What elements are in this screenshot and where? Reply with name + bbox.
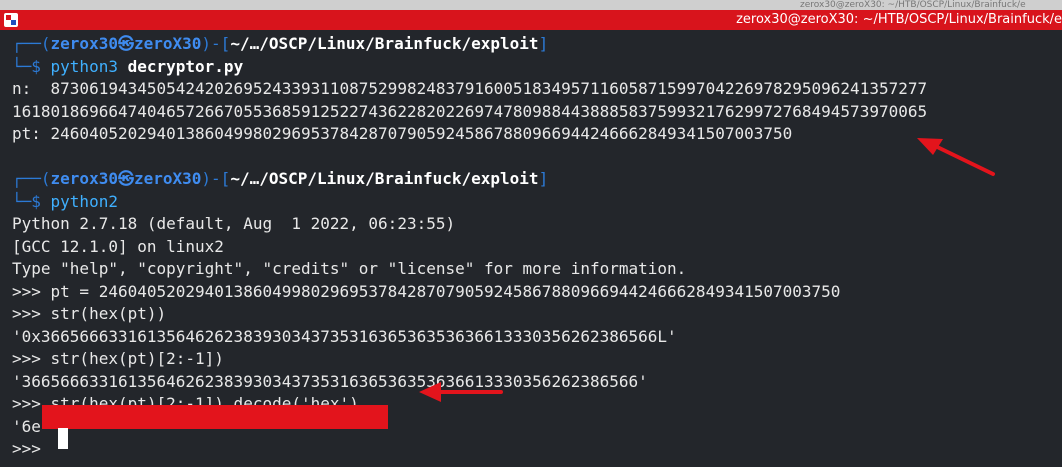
prompt-user-host: zerox30㉿zeroX30 xyxy=(50,169,202,188)
python-output-line: '0x3665666331613564626238393034373531636… xyxy=(12,326,677,346)
prompt-symbol: └─$ xyxy=(12,191,51,211)
prompt-frame: ] xyxy=(538,169,549,188)
python-input-line: >>> str(hex(pt)) xyxy=(12,304,167,323)
prompt-user-host: zerox30㉿zeroX30 xyxy=(50,34,202,53)
prompt-frame: ┌──( xyxy=(12,169,51,188)
command-name: python2 xyxy=(50,191,118,211)
background-window-titlebar: zerox30@zeroX30: ~/HTB/OSCP/Linux/Brainf… xyxy=(0,0,1062,10)
command-line: └─$ python2 xyxy=(12,191,927,214)
prompt-path: ~/…/OSCP/Linux/Brainfuck/exploit xyxy=(230,34,539,53)
python-prompt-line: >>> xyxy=(12,439,51,458)
command-argument: decryptor.py xyxy=(117,56,244,76)
red-arrow-icon xyxy=(419,382,503,402)
python-input-line: >>> pt = 2460405202940138604998029695378… xyxy=(12,281,841,301)
python-banner: Type "help", "copyright", "credits" or "… xyxy=(12,259,687,278)
command-name: python3 xyxy=(50,56,118,76)
prompt-frame: ] xyxy=(538,34,549,53)
prompt-header-line: ┌──(zerox30㉿zeroX30)-[~/…/OSCP/Linux/Bra… xyxy=(12,168,927,191)
prompt-symbol: └─$ xyxy=(12,56,51,76)
terminal-window-icon[interactable] xyxy=(4,13,18,27)
python-banner: Python 2.7.18 (default, Aug 1 2022, 06:2… xyxy=(12,214,456,233)
prompt-path: ~/…/OSCP/Linux/Brainfuck/exploit xyxy=(230,169,539,188)
prompt-frame: )-[ xyxy=(201,34,231,53)
python-input-line: >>> str(hex(pt)[2:-1]) xyxy=(12,349,224,368)
prompt-frame: )-[ xyxy=(201,169,231,188)
red-arrow-icon xyxy=(917,138,995,176)
terminal-titlebar[interactable]: zerox30@zeroX30: ~/HTB/OSCP/Linux/Brainf… xyxy=(0,10,1062,30)
background-window-title: zerox30@zeroX30: ~/HTB/OSCP/Linux/Brainf… xyxy=(800,0,1026,10)
window-title: zerox30@zeroX30: ~/HTB/OSCP/Linux/Brainf… xyxy=(736,12,1062,27)
terminal-output-area[interactable]: ┌──(zerox30㉿zeroX30)-[~/…/OSCP/Linux/Bra… xyxy=(0,30,1062,467)
output-line-pt: pt: 246040520294013860499802969537842870… xyxy=(12,124,793,143)
output-line-n: n: 8730619434505424202695243393110875299… xyxy=(12,79,928,98)
python-banner: [GCC 12.1.0] on linux2 xyxy=(12,236,224,256)
prompt-frame: ┌──( xyxy=(12,34,51,53)
output-line-n-cont: 1618018696647404657266705536859125227436… xyxy=(12,101,928,121)
redaction-box xyxy=(42,405,388,429)
terminal-cursor xyxy=(58,428,68,449)
prompt-header-line: ┌──(zerox30㉿zeroX30)-[~/…/OSCP/Linux/Bra… xyxy=(12,33,927,56)
command-line: └─$ python3 decryptor.py xyxy=(12,56,927,79)
